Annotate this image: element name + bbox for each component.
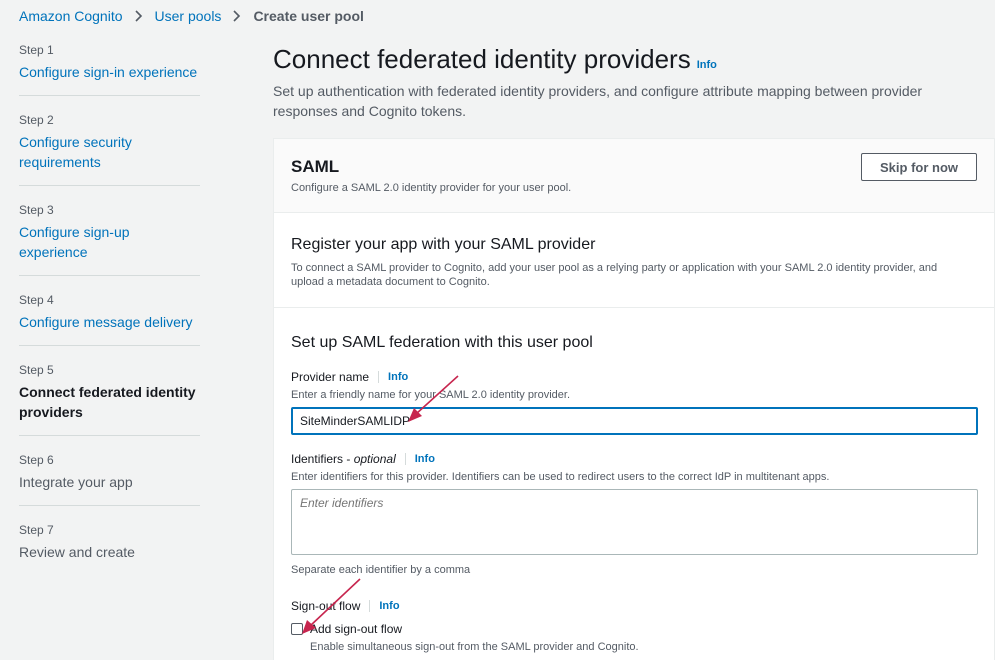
signout-checkbox-description: Enable simultaneous sign-out from the SA… (310, 641, 639, 653)
wizard-steps: Step 1 Configure sign-in experience Step… (19, 42, 200, 591)
step-7: Step 7 Review and create (19, 522, 200, 575)
step-current-federated: Connect federated identity providers (19, 384, 196, 420)
provider-name-input[interactable] (291, 407, 978, 435)
chevron-right-icon (233, 10, 241, 22)
step-number: Step 1 (19, 43, 54, 57)
register-description: To connect a SAML provider to Cognito, a… (291, 262, 938, 288)
step-link-message-delivery[interactable]: Configure message delivery (19, 312, 200, 332)
provider-name-label-text: Provider name (291, 370, 370, 384)
page-info-link[interactable]: Info (697, 59, 717, 71)
identifiers-label-text: Identifiers - (291, 452, 351, 466)
federation-section: Set up SAML federation with this user po… (274, 308, 994, 653)
page-title-text: Connect federated identity providers (273, 44, 691, 74)
saml-header: SAML Configure a SAML 2.0 identity provi… (274, 139, 994, 213)
label-divider (404, 453, 406, 465)
step-6: Step 6 Integrate your app (19, 452, 200, 506)
identifiers-hint: Separate each identifier by a comma (291, 564, 471, 576)
step-link-sign-in[interactable]: Configure sign-in experience (19, 62, 200, 82)
saml-container: SAML Configure a SAML 2.0 identity provi… (273, 138, 995, 660)
signout-info-link[interactable]: Info (379, 598, 399, 614)
step-5: Step 5 Connect federated identity provid… (19, 362, 200, 436)
step-1: Step 1 Configure sign-in experience (19, 42, 200, 96)
provider-name-description: Enter a friendly name for your SAML 2.0 … (291, 389, 571, 401)
identifiers-info-link[interactable]: Info (415, 451, 435, 467)
annotation-arrow-icon (302, 578, 361, 634)
breadcrumb-user-pools[interactable]: User pools (155, 8, 222, 24)
label-divider (378, 371, 380, 383)
identifiers-label: Identifiers - optional Info (291, 451, 977, 467)
page-title: Connect federated identity providers Inf… (273, 44, 717, 75)
step-number: Step 4 (19, 293, 54, 307)
federation-title: Set up SAML federation with this user po… (291, 334, 593, 351)
step-link-sign-up[interactable]: Configure sign-up experience (19, 222, 200, 262)
register-app-section: Register your app with your SAML provide… (274, 213, 994, 308)
step-number: Step 3 (19, 203, 54, 217)
page-description: Set up authentication with federated ide… (273, 83, 923, 119)
step-4: Step 4 Configure message delivery (19, 292, 200, 346)
signout-field: Sign-out flow Info Add sign-out flow Ena… (291, 598, 977, 653)
step-number: Step 6 (19, 453, 54, 467)
signout-label: Sign-out flow Info (291, 598, 977, 614)
step-review-create: Review and create (19, 544, 135, 560)
chevron-right-icon (134, 10, 143, 22)
saml-description: Configure a SAML 2.0 identity provider f… (291, 182, 572, 194)
breadcrumb-current: Create user pool (253, 8, 364, 24)
annotation-arrow-icon (408, 375, 459, 422)
step-3: Step 3 Configure sign-up experience (19, 202, 200, 276)
label-divider (369, 600, 371, 612)
step-number: Step 7 (19, 523, 54, 537)
identifiers-description: Enter identifiers for this provider. Ide… (291, 471, 830, 483)
register-title: Register your app with your SAML provide… (291, 236, 596, 253)
skip-for-now-button[interactable]: Skip for now (861, 153, 977, 181)
breadcrumb-amazon-cognito[interactable]: Amazon Cognito (19, 8, 123, 24)
identifiers-optional: optional (353, 452, 396, 466)
provider-name-field: Provider name Info Enter a friendly name… (291, 369, 978, 435)
identifiers-textarea[interactable] (291, 489, 978, 555)
breadcrumb: Amazon Cognito User pools Create user po… (19, 8, 364, 24)
step-number: Step 2 (19, 113, 54, 127)
signout-checkbox-row[interactable]: Add sign-out flow (291, 622, 977, 636)
step-2: Step 2 Configure security requirements (19, 112, 200, 186)
step-integrate-app: Integrate your app (19, 474, 133, 490)
provider-name-label: Provider name Info (291, 369, 977, 385)
step-number: Step 5 (19, 363, 54, 377)
step-link-security[interactable]: Configure security requirements (19, 132, 200, 172)
identifiers-field: Identifiers - optional Info Enter identi… (291, 451, 978, 576)
